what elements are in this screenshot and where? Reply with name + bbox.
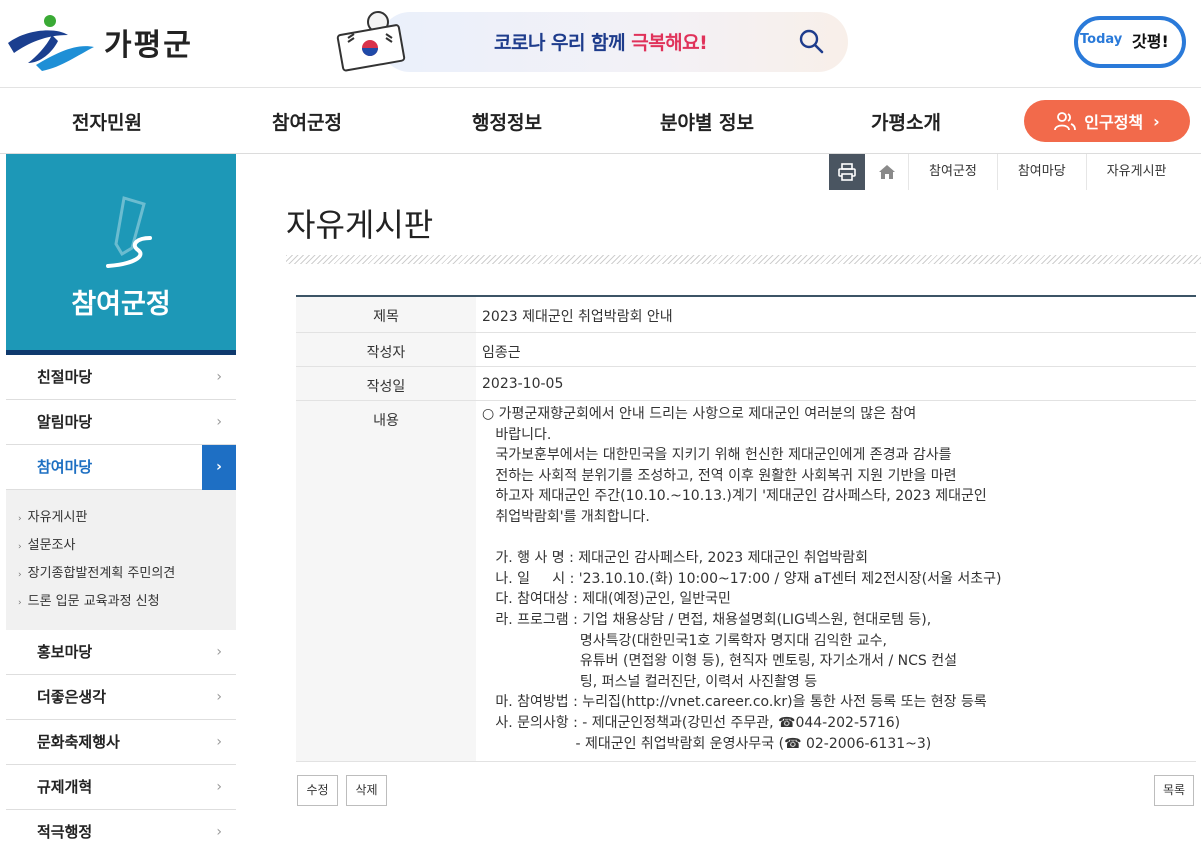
sidebar-item-label: 문화축제행사: [37, 733, 120, 751]
site-logo-text: 가평군: [104, 28, 193, 63]
sidebar-item-regulation[interactable]: 규제개혁 ›: [6, 765, 236, 810]
post-label-date: 작성일: [296, 367, 476, 400]
sidebar-item-label: 친절마당: [37, 368, 93, 386]
sidebar-item-participation[interactable]: 참여마당 ›: [6, 445, 236, 490]
print-button[interactable]: [829, 154, 865, 190]
submenu-item-label: 자유게시판: [27, 510, 88, 525]
sidebar: 참여군정 친절마당 › 알림마당 › 참여마당 › › 자유게시판 › 설문조사 › 장기종…: [6, 154, 236, 850]
page-title: 자유게시판: [286, 206, 434, 244]
printer-icon: [838, 163, 856, 181]
post-view-table: 제목 2023 제대군인 취업박람회 안내 작성자 임종근 작성일 2023-1…: [296, 295, 1196, 762]
sidebar-submenu: › 자유게시판 › 설문조사 › 장기종합발전계획 주민의견 › 드론 입문 교육과정 …: [6, 490, 236, 630]
banner-text-main: 코로나 우리 함께: [494, 32, 632, 54]
banner-text-highlight: 극복해요!: [631, 32, 708, 54]
sidebar-hero: 참여군정: [6, 154, 236, 350]
population-policy-label: 인구정책: [1084, 113, 1144, 132]
submenu-item-label: 설문조사: [27, 538, 76, 553]
sidebar-item-label: 규제개혁: [37, 778, 93, 796]
edit-button[interactable]: 수정: [297, 775, 338, 806]
gnb-item-about[interactable]: 가평소개: [871, 108, 941, 135]
today-brand: 갓평!: [1132, 32, 1169, 51]
bullet-icon: ›: [18, 598, 22, 608]
gnb-item-field-info[interactable]: 분야별 정보: [660, 108, 754, 135]
sidebar-title: 참여군정: [71, 289, 171, 320]
sidebar-item-festival[interactable]: 문화축제행사 ›: [6, 720, 236, 765]
people-icon: [1054, 112, 1077, 131]
breadcrumb-item-participation[interactable]: 참여군정: [909, 154, 998, 190]
post-date: 2023-10-05: [482, 376, 564, 392]
delete-button[interactable]: 삭제: [346, 775, 387, 806]
chevron-right-icon: ›: [216, 734, 222, 750]
post-subject: 2023 제대군인 취업박람회 안내: [482, 309, 673, 325]
post-label-subject: 제목: [296, 297, 476, 332]
post-row-subject: 제목 2023 제대군인 취업박람회 안내: [296, 297, 1196, 333]
chevron-right-icon: ›: [216, 369, 222, 385]
breadcrumb-item-free-board[interactable]: 자유게시판: [1087, 154, 1182, 190]
gnb-item-civil-service[interactable]: 전자민원: [72, 108, 142, 135]
covid-banner[interactable]: 코로나 우리 함께 극복해요!: [330, 8, 850, 76]
sidebar-item-better-idea[interactable]: 더좋은생각 ›: [6, 675, 236, 720]
submenu-item-drone-course[interactable]: › 드론 입문 교육과정 신청: [18, 588, 236, 616]
site-logo[interactable]: 가평군: [6, 12, 193, 72]
chevron-right-icon: ›: [216, 824, 222, 840]
bullet-icon: ›: [18, 514, 22, 524]
breadcrumb: 참여군정 참여마당 자유게시판: [829, 154, 1182, 190]
gapyeong-logo-icon: [8, 15, 94, 71]
post-author: 임종근: [482, 345, 521, 361]
post-row-date: 작성일 2023-10-05: [296, 367, 1196, 401]
bullet-icon: ›: [18, 570, 22, 580]
chevron-right-icon: ›: [216, 414, 222, 430]
post-label-content: 내용: [296, 401, 476, 761]
sidebar-item-label: 적극행정: [37, 823, 93, 841]
post-label-author: 작성자: [296, 333, 476, 366]
home-icon: [878, 165, 895, 179]
submenu-item-survey[interactable]: › 설문조사: [18, 532, 236, 560]
sidebar-item-label: 알림마당: [37, 413, 93, 431]
submenu-item-label: 드론 입문 교육과정 신청: [27, 594, 160, 609]
gnb-item-admin-info[interactable]: 행정정보: [472, 108, 542, 135]
today-label: Today: [1080, 32, 1123, 47]
chevron-right-icon: ›: [1153, 111, 1160, 131]
breadcrumb-item-participation-yard[interactable]: 참여마당: [998, 154, 1087, 190]
chevron-right-icon: ›: [202, 445, 236, 490]
submenu-item-long-term-plan[interactable]: › 장기종합발전계획 주민의견: [18, 560, 236, 588]
site-header: 가평군 코로나 우리 함께 극복해요! Today 갓평!: [0, 0, 1201, 88]
sidebar-item-kindness[interactable]: 친절마당 ›: [6, 355, 236, 400]
chevron-right-icon: ›: [216, 689, 222, 705]
population-policy-button[interactable]: 인구정책 ›: [1024, 100, 1190, 142]
sidebar-item-label: 더좋은생각: [37, 688, 107, 706]
main-navigation: 전자민원 참여군정 행정정보 분야별 정보 가평소개 인구정책 ›: [0, 88, 1201, 154]
pen-icon: [106, 196, 152, 268]
sidebar-item-proactive[interactable]: 적극행정 ›: [6, 810, 236, 850]
post-content: ○ 가평군재향군회에서 안내 드리는 사항으로 제대군인 여러분의 많은 참여 …: [482, 406, 1002, 752]
chevron-right-icon: ›: [216, 644, 222, 660]
submenu-item-free-board[interactable]: › 자유게시판: [18, 504, 236, 532]
gnb-item-participation[interactable]: 참여군정: [272, 108, 342, 135]
banner-text: 코로나 우리 함께 극복해요!: [494, 28, 708, 55]
search-icon[interactable]: [798, 28, 824, 54]
sidebar-item-pr[interactable]: 홍보마당 ›: [6, 630, 236, 675]
chevron-right-icon: ›: [216, 779, 222, 795]
post-row-author: 작성자 임종근: [296, 333, 1196, 367]
post-row-content: 내용 ○ 가평군재향군회에서 안내 드리는 사항으로 제대군인 여러분의 많은 …: [296, 401, 1196, 762]
today-gapyeong-link[interactable]: Today 갓평!: [1074, 12, 1194, 76]
sidebar-item-label: 참여마당: [37, 458, 93, 476]
sidebar-item-label: 홍보마당: [37, 643, 93, 661]
sidebar-item-notice[interactable]: 알림마당 ›: [6, 400, 236, 445]
list-button[interactable]: 목록: [1154, 775, 1194, 806]
title-divider: [286, 255, 1201, 264]
mascot-flag-icon: [336, 11, 406, 72]
submenu-item-label: 장기종합발전계획 주민의견: [27, 566, 176, 581]
home-link[interactable]: [865, 154, 909, 190]
bullet-icon: ›: [18, 542, 22, 552]
